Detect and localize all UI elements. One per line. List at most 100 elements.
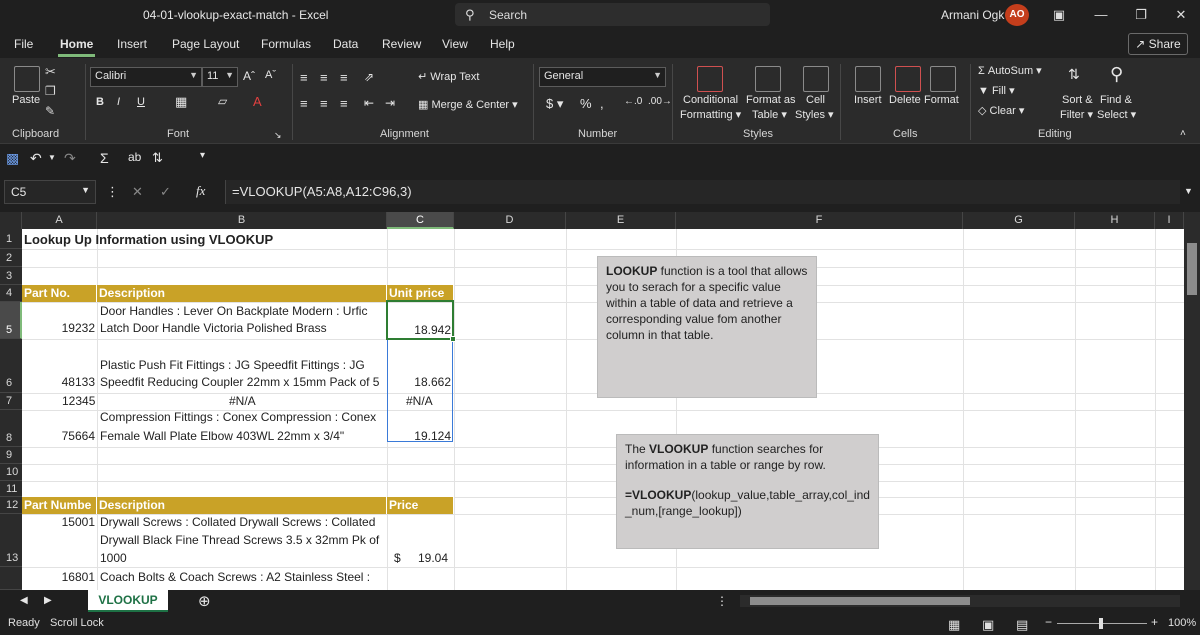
vlookup-info-textbox[interactable]: The VLOOKUP function searches for inform…: [616, 434, 879, 549]
active-cell-c5[interactable]: [386, 300, 454, 340]
spelling-icon[interactable]: ab: [128, 150, 141, 164]
row-header-14[interactable]: [0, 567, 22, 590]
restore-icon[interactable]: ❐: [1130, 4, 1152, 26]
zoom-slider-handle[interactable]: [1099, 618, 1103, 629]
header-part-number[interactable]: Part Numbe: [22, 497, 97, 514]
cell-b13-line3[interactable]: 1000: [100, 550, 127, 567]
styles-label[interactable]: Styles ▾: [795, 108, 834, 121]
undo-icon[interactable]: ↶: [30, 150, 42, 167]
name-box[interactable]: C5 ▼: [4, 180, 96, 204]
row-header-6[interactable]: 6: [0, 339, 22, 393]
bold-button[interactable]: B: [96, 96, 104, 108]
decrease-decimal-icon[interactable]: .00→: [648, 96, 672, 107]
cell-b13-line1[interactable]: Drywall Screws : Collated Drywall Screws…: [100, 514, 375, 531]
currency-icon[interactable]: $ ▾: [546, 96, 563, 112]
page-break-view-icon[interactable]: ▤: [1016, 617, 1028, 633]
sort-label[interactable]: Sort &: [1062, 94, 1093, 106]
row-header-7[interactable]: 7: [0, 393, 22, 410]
conditional-formatting-label-2[interactable]: Formatting ▾: [680, 108, 741, 121]
format-as-label[interactable]: Format as: [746, 94, 796, 106]
align-left-icon[interactable]: ≡: [300, 96, 308, 111]
customize-qat-icon[interactable]: ▾: [200, 150, 205, 161]
tab-page-layout[interactable]: Page Layout: [172, 37, 239, 51]
formula-input[interactable]: =VLOOKUP(A5:A8,A12:C96,3): [225, 180, 1180, 204]
cell-a14[interactable]: 16801: [22, 569, 95, 586]
header-description[interactable]: Description: [97, 285, 387, 302]
borders-icon[interactable]: ▦: [175, 94, 187, 110]
cell-c13-currency[interactable]: $: [394, 550, 401, 567]
cell-b7[interactable]: #N/A: [229, 393, 256, 410]
align-top-icon[interactable]: ≡: [300, 70, 308, 85]
align-center-icon[interactable]: ≡: [320, 96, 328, 111]
save-icon[interactable]: ▩: [6, 150, 19, 167]
cell-b14-line1[interactable]: Coach Bolts & Coach Screws : A2 Stainles…: [100, 569, 370, 586]
header-price[interactable]: Price: [387, 497, 454, 514]
filter-label[interactable]: Filter ▾: [1060, 108, 1093, 121]
orientation-icon[interactable]: ⇗: [364, 70, 374, 84]
comma-style-icon[interactable]: ,: [600, 96, 604, 111]
cell-a13[interactable]: 15001: [22, 514, 95, 531]
cancel-icon[interactable]: ✕: [132, 184, 143, 200]
more-sheets-icon[interactable]: ⋮: [716, 594, 728, 608]
autosum-button[interactable]: Σ AutoSum ▾: [978, 64, 1042, 77]
font-color-icon[interactable]: A: [253, 94, 262, 109]
cell-b6-line1[interactable]: Plastic Push Fit Fittings : JG Speedfit …: [100, 357, 365, 374]
insert-cells-icon[interactable]: [855, 66, 881, 92]
tab-review[interactable]: Review: [382, 37, 421, 51]
worksheet-grid[interactable]: A B C D E F G H I 1 2 3 4 5 6 7 8 9 10 1…: [0, 212, 1200, 590]
paste-label[interactable]: Paste: [12, 94, 40, 106]
cell-b8-line1[interactable]: Compression Fittings : Conex Compression…: [100, 409, 376, 426]
paste-icon[interactable]: [14, 66, 40, 92]
align-bottom-icon[interactable]: ≡: [340, 70, 348, 85]
increase-indent-icon[interactable]: ⇥: [385, 96, 395, 110]
percent-icon[interactable]: %: [580, 96, 592, 111]
sort-filter-icon[interactable]: ⇅: [1068, 66, 1080, 83]
tab-view[interactable]: View: [442, 37, 468, 51]
fill-color-icon[interactable]: ▱: [218, 94, 227, 108]
font-dialog-launcher-icon[interactable]: ↘: [274, 130, 282, 141]
close-icon[interactable]: ✕: [1170, 4, 1192, 26]
tab-help[interactable]: Help: [490, 37, 515, 51]
sheet-title[interactable]: Lookup Up Information using VLOOKUP: [24, 231, 273, 248]
row-header-3[interactable]: 3: [0, 267, 22, 285]
decrease-indent-icon[interactable]: ⇤: [364, 96, 374, 110]
scrollbar-thumb[interactable]: [1187, 243, 1197, 295]
tab-formulas[interactable]: Formulas: [261, 37, 311, 51]
cell-label[interactable]: Cell: [806, 94, 825, 106]
shrink-font-icon[interactable]: Aˇ: [265, 69, 276, 81]
format-as-table-icon[interactable]: [755, 66, 781, 92]
find-icon[interactable]: ⚲: [1110, 64, 1123, 85]
header-description-2[interactable]: Description: [97, 497, 387, 514]
row-header-5[interactable]: 5: [0, 302, 22, 339]
avatar[interactable]: AO: [1005, 4, 1029, 26]
column-header-d[interactable]: D: [454, 212, 566, 229]
cell-b13-line2[interactable]: Drywall Black Fine Thread Screws 3.5 x 3…: [100, 532, 379, 549]
row-header-10[interactable]: 10: [0, 464, 22, 481]
user-name[interactable]: Armani Ogk: [941, 8, 1004, 22]
number-format-select[interactable]: General ▼: [539, 67, 666, 87]
search-box[interactable]: ⚲ Search: [455, 3, 770, 26]
normal-view-icon[interactable]: ▦: [948, 617, 960, 633]
cell-b6-line2[interactable]: Speedfit Reducing Coupler 22mm x 15mm Pa…: [100, 374, 379, 391]
clear-button[interactable]: ◇ Clear ▾: [978, 104, 1024, 117]
cell-a8[interactable]: 75664: [22, 428, 95, 445]
table-label[interactable]: Table ▾: [752, 108, 787, 121]
column-header-c[interactable]: C: [387, 212, 454, 229]
conditional-formatting-icon[interactable]: [697, 66, 723, 92]
column-header-f[interactable]: F: [676, 212, 963, 229]
scroll-left-icon[interactable]: ◀: [20, 595, 28, 606]
font-size-select[interactable]: 11 ▼: [202, 67, 238, 87]
find-label[interactable]: Find &: [1100, 94, 1132, 106]
sheet-tab-vlookup[interactable]: VLOOKUP: [88, 590, 168, 612]
autosum-qat-icon[interactable]: Σ: [100, 150, 109, 166]
fill-button[interactable]: ▼ Fill ▾: [978, 84, 1015, 97]
vertical-scrollbar[interactable]: [1184, 229, 1200, 590]
cell-a6[interactable]: 48133: [22, 374, 95, 391]
zoom-out-icon[interactable]: −: [1045, 615, 1052, 629]
font-name-select[interactable]: Calibri ▼: [90, 67, 202, 87]
collapse-ribbon-icon[interactable]: ˄: [1180, 128, 1186, 139]
minimize-icon[interactable]: —: [1090, 4, 1112, 26]
tab-home[interactable]: Home: [57, 37, 96, 57]
cell-a5[interactable]: 19232: [22, 320, 95, 337]
delete-label[interactable]: Delete: [889, 94, 921, 106]
